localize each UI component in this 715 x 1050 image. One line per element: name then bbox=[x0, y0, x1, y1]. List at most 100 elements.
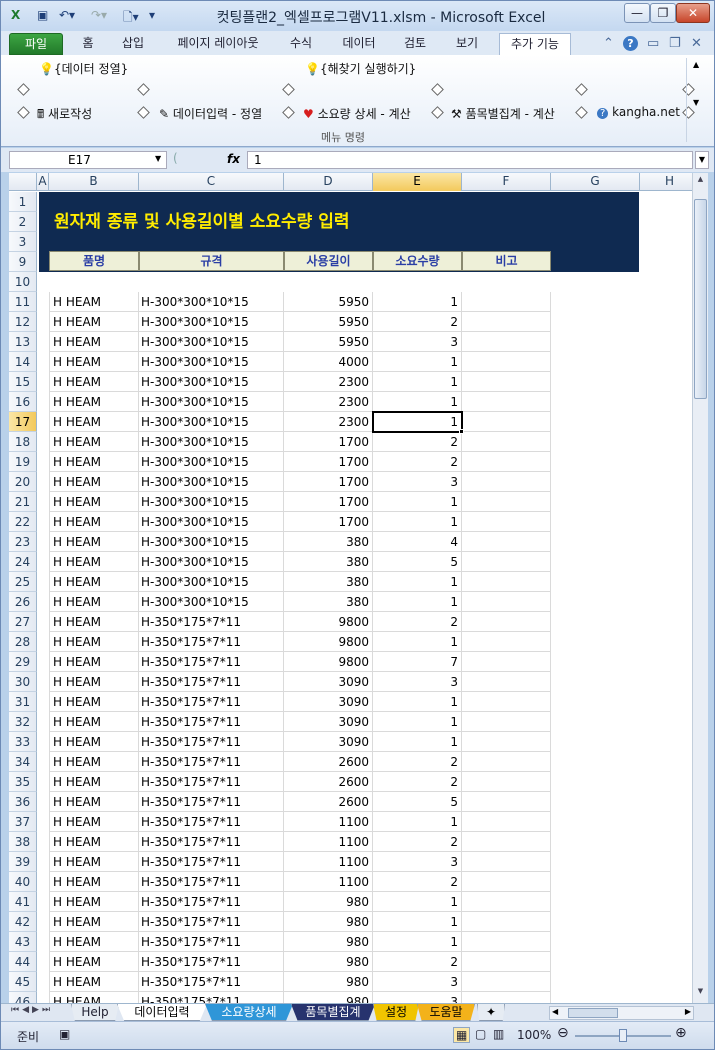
ribbon-minimize-icon[interactable]: ⌃ bbox=[603, 36, 614, 51]
cell-item-name[interactable]: H HEAM bbox=[49, 812, 139, 832]
cell-note[interactable] bbox=[462, 372, 551, 392]
zoom-level[interactable]: 100% bbox=[517, 1028, 551, 1042]
page-layout-view-icon[interactable]: ▢ bbox=[475, 1027, 486, 1041]
cell-spec[interactable]: H-300*300*10*15 bbox=[139, 392, 284, 412]
cell-quantity[interactable]: 1 bbox=[373, 892, 462, 912]
column-header-h[interactable]: H bbox=[640, 173, 692, 191]
workbook-restore-icon[interactable]: ❐ bbox=[669, 36, 681, 51]
cell-item-name[interactable]: H HEAM bbox=[49, 692, 139, 712]
row-header[interactable]: 24 bbox=[9, 552, 37, 572]
cell-quantity[interactable]: 2 bbox=[373, 312, 462, 332]
cell-spec[interactable]: H-300*300*10*15 bbox=[139, 532, 284, 552]
cell-spec[interactable]: H-300*300*10*15 bbox=[139, 512, 284, 532]
row-header[interactable]: 9 bbox=[9, 252, 37, 272]
cell-note[interactable] bbox=[462, 652, 551, 672]
cell-item-name[interactable]: H HEAM bbox=[49, 352, 139, 372]
cell-quantity[interactable]: 2 bbox=[373, 432, 462, 452]
cell-note[interactable] bbox=[462, 952, 551, 972]
cell-note[interactable] bbox=[462, 552, 551, 572]
cell-quantity[interactable]: 4 bbox=[373, 532, 462, 552]
row-header[interactable]: 16 bbox=[9, 392, 37, 412]
cell-spec[interactable]: H-350*175*7*11 bbox=[139, 712, 284, 732]
row-header[interactable]: 21 bbox=[9, 492, 37, 512]
redo-icon[interactable]: ↷▾ bbox=[91, 8, 107, 24]
row-header[interactable]: 25 bbox=[9, 572, 37, 592]
vertical-scrollbar[interactable]: ▲ ▼ bbox=[692, 173, 708, 1003]
select-all-corner[interactable] bbox=[9, 173, 37, 191]
cell-length[interactable]: 1700 bbox=[284, 472, 373, 492]
cell-spec[interactable]: H-300*300*10*15 bbox=[139, 412, 284, 432]
cell-spec[interactable]: H-300*300*10*15 bbox=[139, 372, 284, 392]
cell-note[interactable] bbox=[462, 972, 551, 992]
cell-item-name[interactable]: H HEAM bbox=[49, 572, 139, 592]
expand-formula-icon[interactable]: ▼ bbox=[695, 151, 709, 169]
cell-note[interactable] bbox=[462, 892, 551, 912]
cell-spec[interactable]: H-350*175*7*11 bbox=[139, 812, 284, 832]
cell-quantity[interactable]: 1 bbox=[373, 352, 462, 372]
cell-note[interactable] bbox=[462, 852, 551, 872]
cell-note[interactable] bbox=[462, 812, 551, 832]
sheet-tab[interactable]: 소요량상세 bbox=[205, 1004, 293, 1021]
sheet-tab[interactable]: 데이터입력 bbox=[117, 1004, 207, 1021]
cell-length[interactable]: 9800 bbox=[284, 652, 373, 672]
cell-item-name[interactable]: H HEAM bbox=[49, 992, 139, 1003]
tab-home[interactable]: 홈 bbox=[73, 33, 103, 55]
cell-note[interactable] bbox=[462, 432, 551, 452]
cell-length[interactable]: 3090 bbox=[284, 672, 373, 692]
formula-input[interactable]: 1 bbox=[247, 151, 693, 169]
cell-note[interactable] bbox=[462, 312, 551, 332]
cell-quantity[interactable]: 3 bbox=[373, 332, 462, 352]
row-header[interactable]: 35 bbox=[9, 772, 37, 792]
cell-item-name[interactable]: H HEAM bbox=[49, 632, 139, 652]
name-box[interactable]: E17 bbox=[9, 151, 167, 169]
workbook-minimize-icon[interactable]: ▭ bbox=[647, 36, 659, 51]
sheet-nav-arrows-icon[interactable]: ⏮◀▶⏭ bbox=[11, 1005, 53, 1015]
cell-note[interactable] bbox=[462, 672, 551, 692]
cell-note[interactable] bbox=[462, 452, 551, 472]
cell-spec[interactable]: H-300*300*10*15 bbox=[139, 292, 284, 312]
cell-length[interactable]: 380 bbox=[284, 552, 373, 572]
cell-spec[interactable]: H-350*175*7*11 bbox=[139, 612, 284, 632]
cell-note[interactable] bbox=[462, 512, 551, 532]
cell-quantity[interactable]: 1 bbox=[373, 732, 462, 752]
cell-item-name[interactable]: H HEAM bbox=[49, 372, 139, 392]
scroll-thumb[interactable] bbox=[694, 199, 707, 399]
cell-length[interactable]: 980 bbox=[284, 952, 373, 972]
cell-length[interactable]: 1100 bbox=[284, 832, 373, 852]
cell-quantity[interactable]: 3 bbox=[373, 672, 462, 692]
column-header-b[interactable]: B bbox=[49, 173, 139, 191]
cell-length[interactable]: 1700 bbox=[284, 512, 373, 532]
tab-view[interactable]: 보기 bbox=[449, 33, 485, 55]
cell-length[interactable]: 2600 bbox=[284, 752, 373, 772]
sheet-tab[interactable]: 설정 bbox=[373, 1004, 419, 1021]
cell-length[interactable]: 980 bbox=[284, 932, 373, 952]
workbook-close-icon[interactable]: ✕ bbox=[691, 36, 702, 51]
row-header[interactable]: 33 bbox=[9, 732, 37, 752]
cell-spec[interactable]: H-300*300*10*15 bbox=[139, 312, 284, 332]
cell-quantity[interactable]: 1 bbox=[373, 492, 462, 512]
tab-file[interactable]: 파일 bbox=[9, 33, 63, 55]
cell-note[interactable] bbox=[462, 472, 551, 492]
cell-quantity[interactable]: 1 bbox=[373, 412, 462, 432]
cell-note[interactable] bbox=[462, 332, 551, 352]
cell-length[interactable]: 380 bbox=[284, 532, 373, 552]
cell-note[interactable] bbox=[462, 832, 551, 852]
cell-note[interactable] bbox=[462, 772, 551, 792]
cell-item-name[interactable]: H HEAM bbox=[49, 552, 139, 572]
zoom-slider-thumb[interactable] bbox=[619, 1029, 627, 1042]
cell-note[interactable] bbox=[462, 412, 551, 432]
tab-formulas[interactable]: 수식 bbox=[283, 33, 319, 55]
cell-item-name[interactable]: H HEAM bbox=[49, 972, 139, 992]
run-solver-command[interactable]: 💡{해찾기 실행하기} bbox=[305, 60, 416, 77]
cell-note[interactable] bbox=[462, 872, 551, 892]
cell-note[interactable] bbox=[462, 612, 551, 632]
cell-quantity[interactable]: 2 bbox=[373, 772, 462, 792]
row-header[interactable]: 22 bbox=[9, 512, 37, 532]
cell-quantity[interactable]: 1 bbox=[373, 372, 462, 392]
cell-spec[interactable]: H-350*175*7*11 bbox=[139, 992, 284, 1003]
cell-length[interactable]: 2300 bbox=[284, 372, 373, 392]
cell-length[interactable]: 3090 bbox=[284, 732, 373, 752]
horizontal-scrollbar[interactable]: ◀ ▶ bbox=[549, 1006, 694, 1020]
cell-note[interactable] bbox=[462, 752, 551, 772]
cell-quantity[interactable]: 2 bbox=[373, 612, 462, 632]
